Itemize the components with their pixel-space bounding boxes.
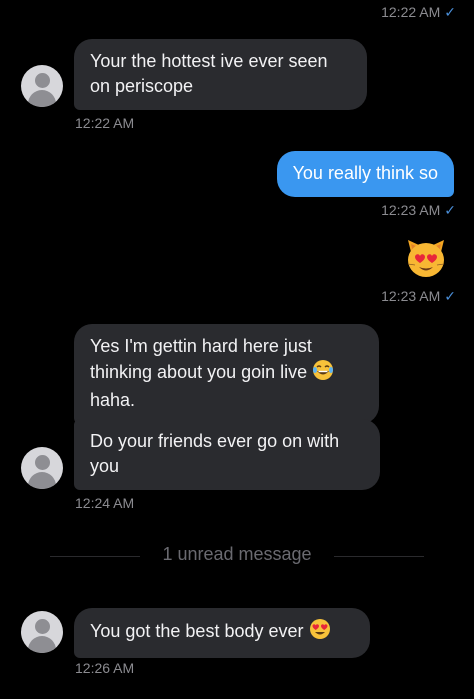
message-timestamp: 12:23 AM ✓ xyxy=(381,202,456,219)
message-text: You really think so xyxy=(292,163,438,183)
message-text: Yes I'm gettin hard here just thinking a… xyxy=(90,336,312,382)
check-icon: ✓ xyxy=(444,4,456,20)
message-timestamp: 12:26 AM xyxy=(75,660,135,676)
check-icon: ✓ xyxy=(444,202,456,218)
outgoing-message-bubble[interactable]: You really think so xyxy=(276,151,454,197)
heart-eyes-emoji xyxy=(309,618,331,647)
avatar[interactable] xyxy=(21,65,63,107)
message-timestamp: 12:23 AM ✓ xyxy=(381,288,456,305)
incoming-message-bubble[interactable]: Your the hottest ive ever seen on perisc… xyxy=(74,39,367,110)
unread-divider-label: 1 unread message xyxy=(162,544,312,564)
avatar[interactable] xyxy=(21,447,63,489)
incoming-message-bubble[interactable]: You got the best body ever xyxy=(74,608,370,658)
timestamp-text: 12:23 AM xyxy=(381,202,441,218)
tears-of-joy-emoji xyxy=(312,359,334,388)
unread-divider: 1 unread message xyxy=(0,544,474,568)
message-text: You got the best body ever xyxy=(90,621,304,641)
message-timestamp: 12:22 AM xyxy=(75,115,135,131)
message-timestamp: 12:24 AM xyxy=(75,495,135,511)
message-timestamp: 12:22 AM ✓ xyxy=(381,4,456,21)
timestamp-text: 12:22 AM xyxy=(381,4,441,20)
incoming-message-bubble[interactable]: Yes I'm gettin hard here just thinking a… xyxy=(74,324,379,424)
timestamp-text: 12:23 AM xyxy=(381,288,441,304)
incoming-message-bubble[interactable]: Do your friends ever go on with you xyxy=(74,419,380,490)
check-icon: ✓ xyxy=(444,288,456,304)
message-text-end: haha. xyxy=(90,390,136,410)
message-text: Do your friends ever go on with you xyxy=(90,431,340,476)
message-text: Your the hottest ive ever seen on perisc… xyxy=(90,51,328,96)
smiling-cat-heart-eyes-emoji[interactable] xyxy=(404,236,448,280)
avatar[interactable] xyxy=(21,611,63,653)
